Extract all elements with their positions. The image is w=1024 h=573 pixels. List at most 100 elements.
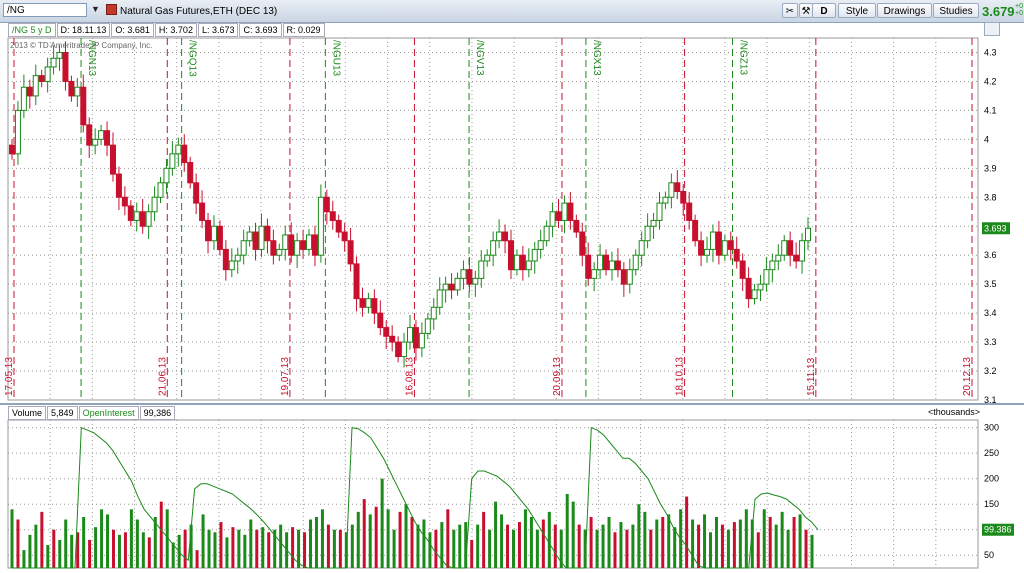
volume-bar bbox=[225, 537, 229, 568]
volume-bar bbox=[768, 516, 772, 568]
candle-body bbox=[496, 231, 503, 242]
candle-body bbox=[537, 240, 544, 250]
volume-bar bbox=[607, 516, 611, 568]
candle-body bbox=[751, 289, 758, 300]
expiry-date-label: 16.08.13 bbox=[404, 357, 415, 396]
candle-body bbox=[507, 240, 514, 271]
volume-bar bbox=[565, 494, 569, 568]
candle-body bbox=[460, 269, 467, 279]
volume-bar bbox=[28, 534, 32, 568]
volume-bar bbox=[529, 516, 533, 568]
candle-body bbox=[638, 240, 645, 256]
candle-body bbox=[430, 306, 437, 320]
candle-body bbox=[709, 231, 716, 250]
volume-bar bbox=[804, 529, 808, 568]
candle-body bbox=[115, 173, 122, 198]
volume-bar bbox=[117, 534, 121, 568]
candle-body bbox=[222, 248, 229, 271]
volume-bar bbox=[422, 519, 426, 568]
volume-bar bbox=[243, 534, 247, 568]
volume-bar bbox=[541, 519, 545, 568]
volume-bar bbox=[553, 524, 557, 568]
volume-bar bbox=[619, 522, 623, 568]
expiry-date-label: 18.10.13 bbox=[675, 357, 686, 396]
volume-bar bbox=[94, 527, 98, 568]
volume-bar bbox=[673, 527, 677, 568]
volume-axis-label: 250 bbox=[984, 448, 999, 458]
price-chart[interactable]: 3.13.23.33.43.53.63.73.83.944.14.24.3501… bbox=[0, 0, 1024, 573]
candle-body bbox=[329, 211, 336, 221]
candle-body bbox=[335, 219, 342, 233]
volume-bar bbox=[595, 529, 599, 568]
volume-bar bbox=[685, 496, 689, 568]
expiry-date-label: 17.05.13 bbox=[4, 357, 15, 396]
candle-body bbox=[104, 130, 111, 146]
candle-body bbox=[805, 227, 811, 242]
candle-body bbox=[448, 283, 455, 291]
candle-body bbox=[68, 80, 75, 97]
volume-bar bbox=[386, 509, 390, 568]
candle-body bbox=[109, 144, 116, 175]
candle-body bbox=[555, 211, 562, 221]
volume-bar bbox=[183, 529, 187, 568]
volume-value: 5,849 bbox=[47, 406, 78, 420]
volume-bar bbox=[219, 522, 223, 568]
candle-body bbox=[787, 240, 794, 256]
volume-bar bbox=[129, 509, 133, 568]
volume-bar bbox=[368, 514, 372, 568]
candle-body bbox=[139, 211, 146, 227]
volume-bar bbox=[500, 514, 504, 568]
candle-body bbox=[543, 225, 550, 242]
volume-bar bbox=[255, 529, 259, 568]
candle-body bbox=[50, 57, 57, 68]
price-axis-label: 4.1 bbox=[984, 105, 997, 115]
candle-body bbox=[240, 240, 247, 256]
candle-body bbox=[14, 109, 21, 155]
price-axis-label: 3.9 bbox=[984, 163, 997, 173]
volume-bar bbox=[237, 529, 241, 568]
volume-bar bbox=[338, 529, 342, 568]
price-axis-label: 3.6 bbox=[984, 250, 997, 260]
volume-bar bbox=[667, 514, 671, 568]
candle-body bbox=[44, 66, 51, 82]
candle-body bbox=[288, 234, 295, 256]
volume-bar bbox=[482, 511, 486, 568]
candle-body bbox=[157, 182, 164, 198]
volume-bar bbox=[691, 519, 695, 568]
candle-body bbox=[614, 260, 621, 271]
volume-bar bbox=[207, 529, 211, 568]
candle-body bbox=[519, 254, 526, 271]
volume-bar bbox=[643, 511, 647, 568]
candle-body bbox=[478, 260, 485, 279]
volume-bar bbox=[798, 514, 802, 568]
volume-bar bbox=[416, 524, 420, 568]
volume-bar bbox=[720, 524, 724, 568]
volume-bar bbox=[82, 516, 86, 568]
volume-bar bbox=[744, 509, 748, 568]
candle-body bbox=[585, 254, 592, 279]
volume-bar bbox=[201, 514, 205, 568]
volume-bar bbox=[488, 529, 492, 568]
candle-body bbox=[252, 231, 259, 250]
candle-body bbox=[721, 240, 728, 256]
candle-body bbox=[193, 182, 200, 204]
volume-bar bbox=[511, 529, 515, 568]
price-axis-label: 3.2 bbox=[984, 366, 997, 376]
volume-bar bbox=[494, 501, 498, 568]
volume-axis-label: 150 bbox=[984, 499, 999, 509]
candle-body bbox=[282, 234, 289, 250]
volume-bar bbox=[10, 509, 14, 568]
volume-panel-frame bbox=[7, 419, 979, 569]
candle-body bbox=[294, 240, 301, 256]
volume-bar bbox=[446, 509, 450, 568]
candle-body bbox=[270, 240, 277, 256]
candle-body bbox=[205, 219, 212, 242]
volume-bar bbox=[314, 516, 318, 568]
candle-body bbox=[181, 144, 188, 164]
volume-bar bbox=[523, 509, 527, 568]
contract-label: /NGV13 bbox=[474, 40, 485, 76]
candle-body bbox=[626, 269, 633, 285]
candle-body bbox=[781, 240, 788, 256]
volume-bar bbox=[792, 516, 796, 568]
volume-bar bbox=[34, 524, 38, 568]
